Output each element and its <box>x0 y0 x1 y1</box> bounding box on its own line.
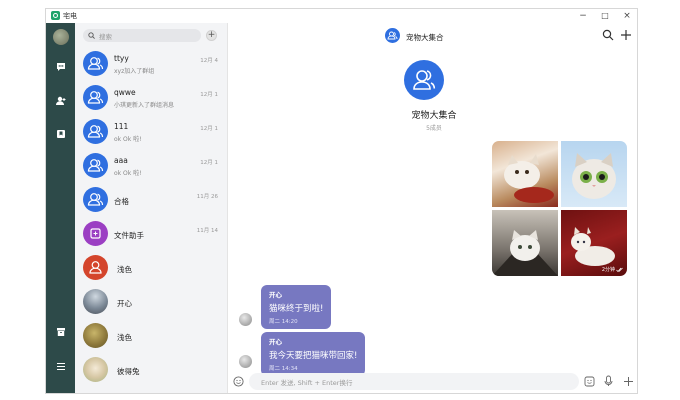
conversation-time: 12月 1 <box>200 126 218 132</box>
emoji-icon[interactable] <box>233 376 244 387</box>
title-bar: 宅电 − □ × <box>46 9 637 23</box>
conversation-name: 彼得兔 <box>117 367 140 376</box>
cat-photo[interactable] <box>561 141 627 207</box>
app-logo-icon <box>51 11 60 20</box>
chat-header-avatar <box>385 28 400 43</box>
conversation-item[interactable]: 浅色 <box>75 319 227 353</box>
cat-photo[interactable]: 2分钟 <box>561 210 627 276</box>
contacts-icon[interactable] <box>53 93 69 109</box>
chat-panel: 宠物大集合 宠物大集合 5成员 2分钟 开心 猫咪终于到啦! 周二 14:20 … <box>229 23 637 393</box>
conversation-item[interactable]: 开心 <box>75 285 227 319</box>
image-time: 2分钟 <box>601 267 615 273</box>
conversation-name: 合格 <box>114 197 129 206</box>
conversation-name: 浅色 <box>117 333 132 342</box>
menu-icon[interactable] <box>53 358 69 374</box>
conversation-name: aaa <box>114 156 128 165</box>
photo-avatar <box>83 289 108 314</box>
conversation-name: 文件助手 <box>114 231 144 240</box>
close-button[interactable]: × <box>616 9 637 23</box>
group-icon <box>83 153 108 178</box>
read-check-icon <box>616 267 623 273</box>
file-helper-icon <box>83 221 108 246</box>
group-icon <box>83 119 108 144</box>
attach-plus-icon[interactable] <box>623 376 634 387</box>
conversation-name: 浅色 <box>117 265 132 274</box>
minimize-button[interactable]: − <box>572 9 594 23</box>
search-placeholder: 搜索 <box>99 33 112 41</box>
add-chat-button[interactable]: + <box>206 30 217 41</box>
message-input[interactable]: Enter 发送, Shift + Enter换行 <box>249 373 579 390</box>
app-title: 宅电 <box>63 12 77 20</box>
conversation-item[interactable]: aaa ok Ok 啦! 12月 1 <box>75 149 227 183</box>
conversation-time: 11月 14 <box>196 228 218 234</box>
microphone-icon[interactable] <box>603 375 614 387</box>
message-input-placeholder: Enter 发送, Shift + Enter换行 <box>261 379 353 387</box>
conversation-item[interactable]: 合格 11月 26 <box>75 183 227 217</box>
conversation-item[interactable]: 彼得兔 <box>75 353 227 387</box>
conversation-name: qwwe <box>114 88 136 97</box>
conversation-name: 111 <box>114 122 129 131</box>
photo-avatar <box>83 323 108 348</box>
maximize-button[interactable]: □ <box>594 9 616 23</box>
archive-icon[interactable] <box>53 324 69 340</box>
conversation-list: 搜索 + ttyy xyz加入了群组 12月 4 qwwe 小琪更新入了群组消息… <box>75 23 257 393</box>
group-icon <box>83 85 108 110</box>
cat-photo[interactable] <box>492 210 558 276</box>
sticker-icon[interactable] <box>584 376 595 387</box>
conversation-time: 12月 1 <box>200 160 218 166</box>
member-count: 5成员 <box>426 125 442 132</box>
conversation-time: 12月 1 <box>200 92 218 98</box>
image-message-grid[interactable]: 2分钟 <box>492 141 627 276</box>
message-text: 我今天要把猫咪带回家! <box>269 351 358 361</box>
chat-title: 宠物大集合 <box>406 33 444 42</box>
conversation-preview: xyz加入了群组 <box>114 68 155 75</box>
conversation-name: ttyy <box>114 54 129 63</box>
message-time: 周二 14:20 <box>269 319 298 325</box>
my-avatar[interactable] <box>53 29 69 45</box>
message-sender: 开心 <box>269 291 282 299</box>
sender-avatar[interactable] <box>239 313 252 326</box>
conversation-preview: 小琪更新入了群组消息 <box>114 102 175 109</box>
conversation-name: 开心 <box>117 299 132 308</box>
message-bubble[interactable]: 开心 我今天要把猫咪带回家! 周二 14:34 <box>261 332 366 376</box>
conversation-time: 12月 4 <box>200 58 218 64</box>
add-icon[interactable] <box>620 29 632 41</box>
chat-bubble-icon[interactable] <box>53 59 69 75</box>
sender-avatar[interactable] <box>239 355 252 368</box>
group-icon <box>83 187 108 212</box>
cat-photo[interactable] <box>492 141 558 207</box>
message-text: 猫咪终于到啦! <box>269 304 324 314</box>
group-avatar-large <box>404 60 444 100</box>
conversation-item[interactable]: ttyy xyz加入了群组 12月 4 <box>75 47 227 81</box>
conversation-preview: ok Ok 啦! <box>114 136 142 143</box>
conversation-time: 11月 26 <box>196 194 218 200</box>
photo-avatar <box>83 357 108 382</box>
conversation-item[interactable]: 文件助手 11月 14 <box>75 217 227 251</box>
conversation-preview: ok Ok 啦! <box>114 170 142 177</box>
message-sender: 开心 <box>269 338 282 346</box>
group-icon <box>83 51 108 76</box>
search-input[interactable]: 搜索 <box>83 29 201 42</box>
group-name: 宠物大集合 <box>411 111 457 121</box>
conversation-item[interactable]: 111 ok Ok 啦! 12月 1 <box>75 115 227 149</box>
nav-sidebar <box>46 23 75 393</box>
search-icon <box>88 32 95 39</box>
search-icon[interactable] <box>602 29 614 41</box>
message-time: 周二 14:34 <box>269 366 298 372</box>
bookmark-icon[interactable] <box>53 126 69 142</box>
conversation-item[interactable]: 浅色 <box>75 251 227 285</box>
conversation-item[interactable]: qwwe 小琪更新入了群组消息 12月 1 <box>75 81 227 115</box>
message-bubble[interactable]: 开心 猫咪终于到啦! 周二 14:20 <box>261 285 332 329</box>
user-icon <box>83 255 108 280</box>
app-window: 宅电 − □ × 搜索 + ttyy xyz加入了群组 12月 4 qwwe 小… <box>45 8 638 394</box>
